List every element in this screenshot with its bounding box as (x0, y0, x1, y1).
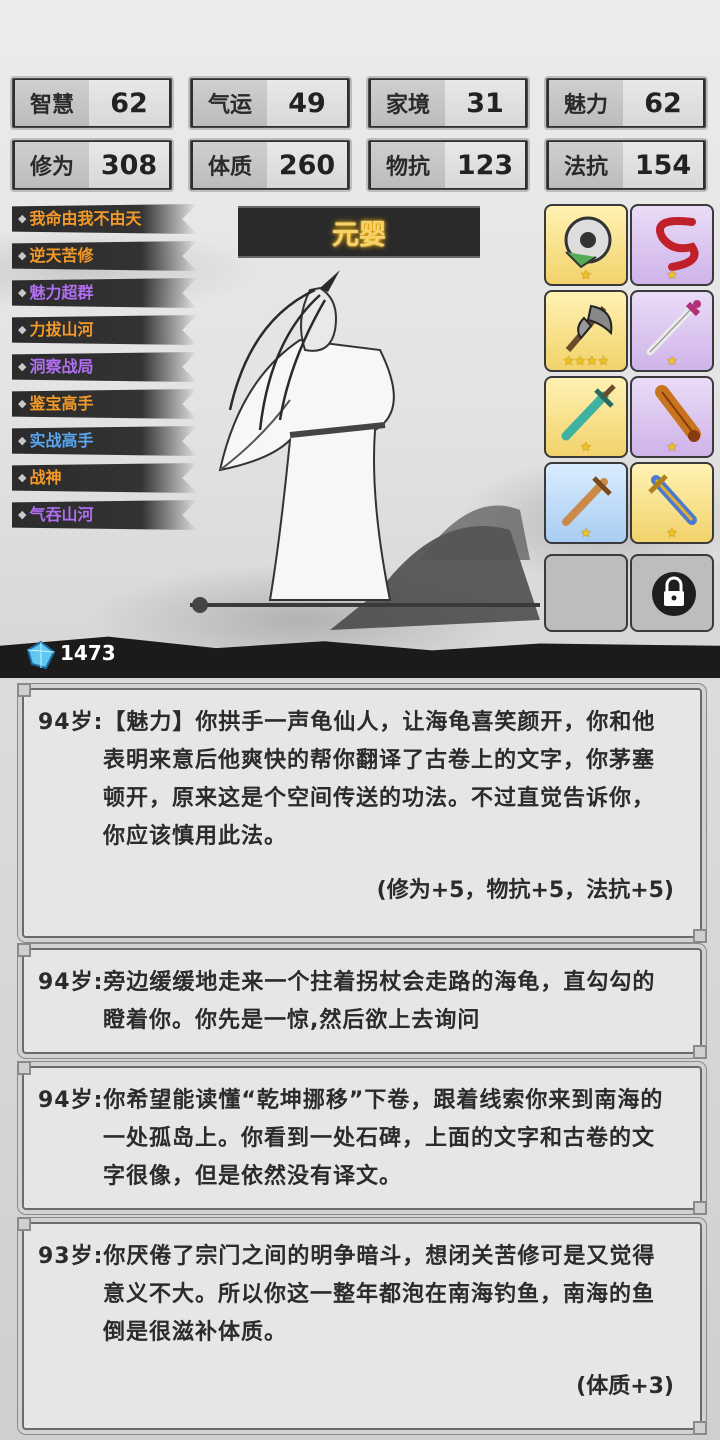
jade-ring-icon (564, 216, 612, 269)
diamond-icon: ◆ (18, 323, 27, 336)
battle-axe-icon (565, 304, 613, 352)
stat-charm: 魅力 62 (544, 76, 708, 130)
talent-item[interactable]: ◆ 力拔山河 (12, 315, 197, 345)
diamond-icon: ◆ (18, 397, 27, 410)
talent-label: 洞察战局 (29, 357, 94, 376)
log-text: 94岁:你希望能读懂“乾坤挪移”下卷，跟着线索你来到南海的一处孤岛上。你看到一处… (38, 1088, 664, 1189)
cultivator-character-art (190, 270, 540, 630)
talent-label: 鉴宝高手 (29, 394, 94, 413)
stat-label: 物抗 (371, 142, 445, 188)
stat-label: 体质 (193, 142, 267, 188)
stat-family: 家境 31 (366, 76, 530, 130)
stat-value: 154 (623, 142, 703, 188)
log-effect: (体质+3) (576, 1374, 674, 1399)
talent-item[interactable]: ◆ 我命由我不由天 (12, 204, 197, 234)
wooden-sword-icon (562, 476, 612, 526)
stat-value: 49 (267, 80, 347, 126)
stat-value: 31 (445, 80, 525, 126)
star-rating: ★ (580, 440, 592, 455)
talent-label: 实战高手 (29, 431, 94, 450)
log-entry: 94岁:【魅力】你拱手一声龟仙人，让海龟喜笑颜开，你和他表明来意后他爽快的帮你翻… (17, 683, 707, 943)
equipment-slot[interactable]: ★ (544, 462, 628, 544)
equipment-slot[interactable]: ★ (630, 376, 714, 458)
equipment-slot-empty[interactable] (544, 554, 628, 632)
stat-label: 法抗 (549, 142, 623, 188)
equipment-slot[interactable]: ★ (630, 290, 714, 372)
stat-label: 魅力 (549, 80, 623, 126)
equipment-slot[interactable]: ★ (630, 462, 714, 544)
locked-slot[interactable] (630, 554, 714, 632)
star-rating: ★ (580, 526, 592, 541)
stat-label: 家境 (371, 80, 445, 126)
diamond-icon: ◆ (18, 249, 27, 262)
log-entry: 94岁:你希望能读懂“乾坤挪移”下卷，跟着线索你来到南海的一处孤岛上。你看到一处… (17, 1061, 707, 1215)
stat-value: 62 (623, 80, 703, 126)
stat-label: 修为 (15, 142, 89, 188)
equipment-slot[interactable]: ★★★★ (544, 290, 628, 372)
talent-label: 力拔山河 (29, 320, 94, 339)
log-text: 94岁:旁边缓缓地走来一个拄着拐杖会走路的海龟，直勾勾的瞪着你。你先是一惊,然后… (38, 970, 656, 1033)
jade-sword-icon (561, 384, 616, 441)
lock-icon (652, 572, 696, 616)
scroll-icon (655, 385, 701, 442)
diamond-icon: ◆ (18, 471, 27, 484)
red-ribbon-icon (656, 217, 699, 271)
talent-label: 逆天苦修 (29, 246, 94, 265)
equipment-slot[interactable]: ★ (544, 204, 628, 286)
stat-label: 智慧 (15, 80, 89, 126)
star-rating: ★★★★ (562, 354, 610, 369)
talent-item[interactable]: ◆ 气吞山河 (12, 500, 197, 530)
talent-label: 魅力超群 (29, 283, 94, 302)
stat-value: 123 (445, 142, 525, 188)
stat-constitution: 体质 260 (188, 138, 352, 192)
talent-label: 战神 (29, 468, 62, 487)
log-effect: (修为+5，物抗+5，法抗+5) (376, 878, 674, 903)
diamond-icon: ◆ (18, 434, 27, 447)
diamond-icon: ◆ (18, 508, 27, 521)
stat-physical-resist: 物抗 123 (366, 138, 530, 192)
diamond-icon: ◆ (18, 212, 27, 225)
equipment-slot[interactable]: ★ (544, 376, 628, 458)
log-entry: 94岁:旁边缓缓地走来一个拄着拐杖会走路的海龟，直勾勾的瞪着你。你先是一惊,然后… (17, 943, 707, 1059)
stat-value: 308 (89, 142, 169, 188)
stat-label: 气运 (193, 80, 267, 126)
stat-luck: 气运 49 (188, 76, 352, 130)
talent-item[interactable]: ◆ 魅力超群 (12, 278, 197, 308)
log-text: 93岁:你厌倦了宗门之间的明争暗斗，想闭关苦修可是又觉得意义不大。所以你这一整年… (38, 1244, 656, 1345)
sword-icon (646, 300, 701, 356)
diamond-icon: ◆ (18, 360, 27, 373)
stat-cultivation: 修为 308 (10, 138, 174, 192)
talent-item[interactable]: ◆ 洞察战局 (12, 352, 197, 382)
stat-value: 260 (267, 142, 347, 188)
equipment-slot[interactable]: ★ (630, 204, 714, 286)
stat-value: 62 (89, 80, 169, 126)
log-text: 94岁:【魅力】你拱手一声龟仙人，让海龟喜笑颜开，你和他表明来意后他爽快的帮你翻… (38, 710, 656, 849)
star-rating: ★ (666, 526, 678, 541)
crystal-count: 1473 (60, 641, 116, 665)
star-rating: ★ (666, 354, 678, 369)
star-rating: ★ (666, 440, 678, 455)
diamond-icon: ◆ (18, 286, 27, 299)
talent-label: 我命由我不由天 (29, 209, 142, 228)
golden-blade-icon (648, 474, 697, 525)
talent-item[interactable]: ◆ 实战高手 (12, 426, 197, 456)
stat-wisdom: 智慧 62 (10, 76, 174, 130)
log-entry: 93岁:你厌倦了宗门之间的明争暗斗，想闭关苦修可是又觉得意义不大。所以你这一整年… (17, 1217, 707, 1435)
talent-item[interactable]: ◆ 战神 (12, 463, 197, 493)
talent-item[interactable]: ◆ 逆天苦修 (12, 241, 197, 271)
realm-banner: 元婴 (238, 206, 480, 258)
stat-magic-resist: 法抗 154 (544, 138, 708, 192)
talent-item[interactable]: ◆ 鉴宝高手 (12, 389, 197, 419)
crystal-gem-icon (26, 640, 56, 670)
talent-label: 气吞山河 (29, 505, 94, 524)
star-rating: ★ (666, 268, 678, 283)
star-rating: ★ (580, 268, 592, 283)
